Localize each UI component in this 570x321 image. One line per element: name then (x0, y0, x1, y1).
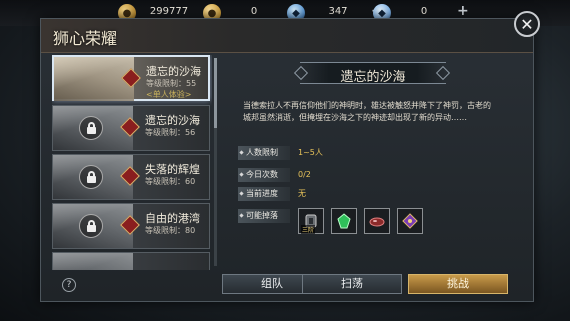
add-crystal-button[interactable]: + (457, 3, 469, 19)
stage-level: 等级限制：60 (145, 177, 196, 186)
stage-card-2[interactable]: 遗忘的沙海 等级限制：56 (52, 105, 210, 151)
detail-title-banner: 遗忘的沙海 (293, 62, 451, 85)
info-label: 今日次数 (238, 168, 290, 182)
green-crystal-icon (337, 213, 351, 229)
drop-badge: 三阶 (301, 225, 316, 234)
stage-card-4[interactable]: 自由的港湾 等级限制：80 (52, 203, 210, 249)
gold-value: 299777 (149, 6, 189, 17)
drop-item-2[interactable] (331, 208, 357, 234)
help-button[interactable]: ? (62, 278, 76, 292)
info-row-progress: 当前进度 无 (238, 187, 378, 201)
stage-list: 遗忘的沙海 等级限制：55 <单人体验> 遗忘的沙海 等级限制：56 失落的辉煌… (52, 55, 212, 270)
info-value: 无 (298, 189, 306, 198)
stage-card-5[interactable] (52, 252, 210, 270)
scrollbar-thumb[interactable] (214, 58, 217, 128)
stage-tag: <单人体验> (146, 90, 192, 99)
drop-item-4[interactable] (397, 208, 423, 234)
stage-art (53, 253, 133, 270)
challenge-button[interactable]: 挑战 (408, 274, 508, 294)
info-value: 1~5人 (298, 148, 323, 157)
stage-name: 自由的港湾 (145, 212, 200, 225)
info-label: 人数限制 (238, 146, 290, 160)
lock-icon (79, 116, 103, 140)
info-value: 0/2 (298, 170, 311, 179)
panel-title: 狮心荣耀 (53, 29, 118, 48)
info-row-players: 人数限制 1~5人 (238, 146, 378, 160)
close-button[interactable]: ✕ (514, 11, 540, 37)
stage-name: 遗忘的沙海 (146, 65, 201, 78)
info-row-daily-count: 今日次数 0/2 (238, 168, 378, 182)
red-ore-icon (369, 217, 385, 227)
panel-title-bar: 狮心荣耀 (41, 19, 533, 53)
purple-relic-icon (402, 213, 418, 229)
sweep-button[interactable]: 扫荡 (302, 274, 402, 294)
detail-description: 当德索拉人不再信仰他们的神明时，雄达被触怒并降下了神罚，古老的城邦虽然消逝，但掩… (243, 101, 491, 122)
stage-card-1[interactable]: 遗忘的沙海 等级限制：55 <单人体验> (52, 55, 210, 101)
detail-title: 遗忘的沙海 (340, 70, 406, 85)
lock-icon (79, 214, 103, 238)
info-label: 当前进度 (238, 187, 290, 201)
crystal-value: 0 (420, 6, 428, 17)
drop-item-1[interactable]: 三阶 (298, 208, 324, 234)
stage-name: 失落的辉煌 (145, 163, 200, 176)
stage-level: 等级限制：55 (146, 79, 197, 88)
potion-value: 0 (250, 6, 258, 17)
stage-name: 遗忘的沙海 (145, 114, 200, 127)
drop-item-3[interactable] (364, 208, 390, 234)
info-label: 可能掉落 (238, 209, 290, 223)
stage-level: 等级限制：80 (145, 226, 196, 235)
stage-list-scrollbar[interactable] (214, 58, 217, 266)
stage-card-3[interactable]: 失落的辉煌 等级限制：60 (52, 154, 210, 200)
stage-level: 等级限制：56 (145, 128, 196, 137)
gem-value: 347 (328, 6, 348, 17)
drop-items: 三阶 (298, 208, 428, 236)
lock-icon (79, 165, 103, 189)
